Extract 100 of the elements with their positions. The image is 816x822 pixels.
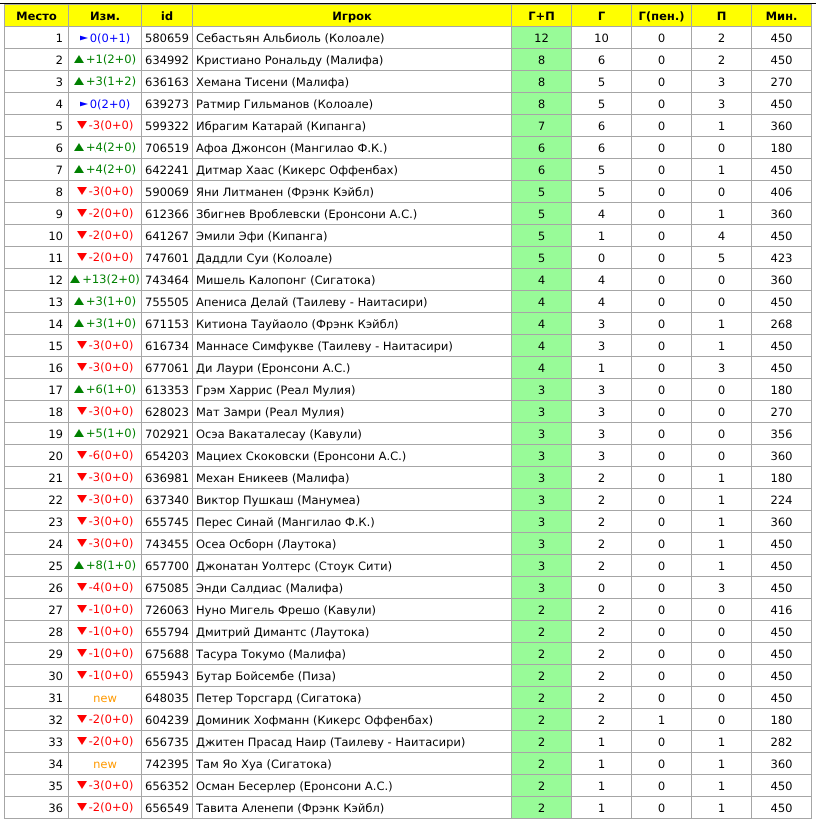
assists-cell: 1 [692,488,752,510]
points-cell: 2 [512,664,572,686]
points-cell: 8 [512,92,572,114]
column-header: П [692,4,752,26]
change-text: -2(0+0) [88,800,134,814]
player-cell: Осэа Вакаталесау (Кавули) [192,422,512,444]
goals-cell: 0 [572,246,632,268]
goals-cell: 1 [572,224,632,246]
player-cell: Ратмир Гильманов (Колоале) [192,92,512,114]
penalty-goals-cell: 0 [632,290,692,312]
points-cell: 5 [512,224,572,246]
minutes-cell: 450 [752,356,812,378]
minutes-cell: 450 [752,290,812,312]
points-cell: 2 [512,730,572,752]
change-text: -3(0+0) [88,470,134,484]
id-cell: 628023 [142,400,192,422]
penalty-goals-cell: 1 [632,708,692,730]
place-cell: 5 [4,114,68,136]
down-triangle-icon [76,516,87,526]
change-text: +3(1+0) [86,294,136,308]
player-cell: Хемана Тисени (Малифа) [192,70,512,92]
player-cell: Осман Бесерлер (Еронсони А.С.) [192,774,512,796]
player-cell: Тасура Токумо (Малифа) [192,642,512,664]
assists-cell: 0 [692,400,752,422]
penalty-goals-cell: 0 [632,312,692,334]
place-cell: 9 [4,202,68,224]
player-cell: Дмитрий Димантс (Лаутока) [192,620,512,642]
penalty-goals-cell: 0 [632,224,692,246]
points-cell: 3 [512,400,572,422]
id-cell: 657700 [142,554,192,576]
player-cell: Осеа Осборн (Лаутока) [192,532,512,554]
points-cell: 2 [512,796,572,818]
assists-cell: 0 [692,664,752,686]
place-cell: 2 [4,48,68,70]
place-cell: 28 [4,620,68,642]
id-cell: 641267 [142,224,192,246]
change-text: new [93,690,117,704]
player-cell: Энди Салдиас (Малифа) [192,576,512,598]
minutes-cell: 450 [752,642,812,664]
down-triangle-icon [76,670,87,680]
id-cell: 747601 [142,246,192,268]
minutes-cell: 450 [752,26,812,48]
id-cell: 590069 [142,180,192,202]
player-cell: Петер Торсгард (Сигатока) [192,686,512,708]
goals-cell: 6 [572,114,632,136]
change-text: -1(0+0) [88,624,134,638]
assists-cell: 1 [692,796,752,818]
points-cell: 3 [512,444,572,466]
place-cell: 30 [4,664,68,686]
player-cell: Мациех Скоковски (Еронсони А.С.) [192,444,512,466]
goals-cell: 4 [572,268,632,290]
penalty-goals-cell: 0 [632,466,692,488]
minutes-cell: 406 [752,180,812,202]
points-cell: 3 [512,422,572,444]
player-cell: Доминик Хофманн (Кикерс Оффенбах) [192,708,512,730]
penalty-goals-cell: 0 [632,268,692,290]
player-cell: Китиона Тауйаоло (Фрэнк Кэйбл) [192,312,512,334]
player-cell: Дитмар Хаас (Кикерс Оффенбах) [192,158,512,180]
minutes-cell: 416 [752,598,812,620]
up-triangle-icon [74,384,84,394]
id-cell: 604239 [142,708,192,730]
goals-cell: 3 [572,312,632,334]
minutes-cell: 360 [752,444,812,466]
points-cell: 6 [512,158,572,180]
assists-cell: 1 [692,114,752,136]
points-cell: 4 [512,334,572,356]
points-cell: 2 [512,598,572,620]
id-cell: 642241 [142,158,192,180]
player-cell: Мишель Калопонг (Сигатока) [192,268,512,290]
place-cell: 34 [4,752,68,774]
player-cell: Себастьян Альбиоль (Колоале) [192,26,512,48]
player-cell: Джонатан Уолтерс (Стоук Сити) [192,554,512,576]
points-cell: 3 [512,510,572,532]
points-cell: 3 [512,488,572,510]
player-cell: Грэм Харрис (Реал Мулия) [192,378,512,400]
goals-cell: 6 [572,136,632,158]
down-triangle-icon [76,406,87,416]
down-triangle-icon [76,340,87,350]
assists-cell: 0 [692,686,752,708]
change-text: -2(0+0) [88,712,134,726]
assists-cell: 0 [692,708,752,730]
goals-cell: 2 [572,510,632,532]
penalty-goals-cell: 0 [632,48,692,70]
assists-cell: 0 [692,598,752,620]
minutes-cell: 423 [752,246,812,268]
up-triangle-icon [74,54,84,64]
penalty-goals-cell: 0 [632,620,692,642]
player-cell: Афоа Джонсон (Мангилао Ф.К.) [192,136,512,158]
column-header: Место [4,4,68,26]
place-cell: 36 [4,796,68,818]
place-cell: 11 [4,246,68,268]
assists-cell: 3 [692,70,752,92]
id-cell: 671153 [142,312,192,334]
assists-cell: 2 [692,48,752,70]
points-cell: 2 [512,642,572,664]
assists-cell: 1 [692,554,752,576]
assists-cell: 3 [692,92,752,114]
goals-cell: 5 [572,70,632,92]
place-cell: 23 [4,510,68,532]
points-cell: 3 [512,378,572,400]
